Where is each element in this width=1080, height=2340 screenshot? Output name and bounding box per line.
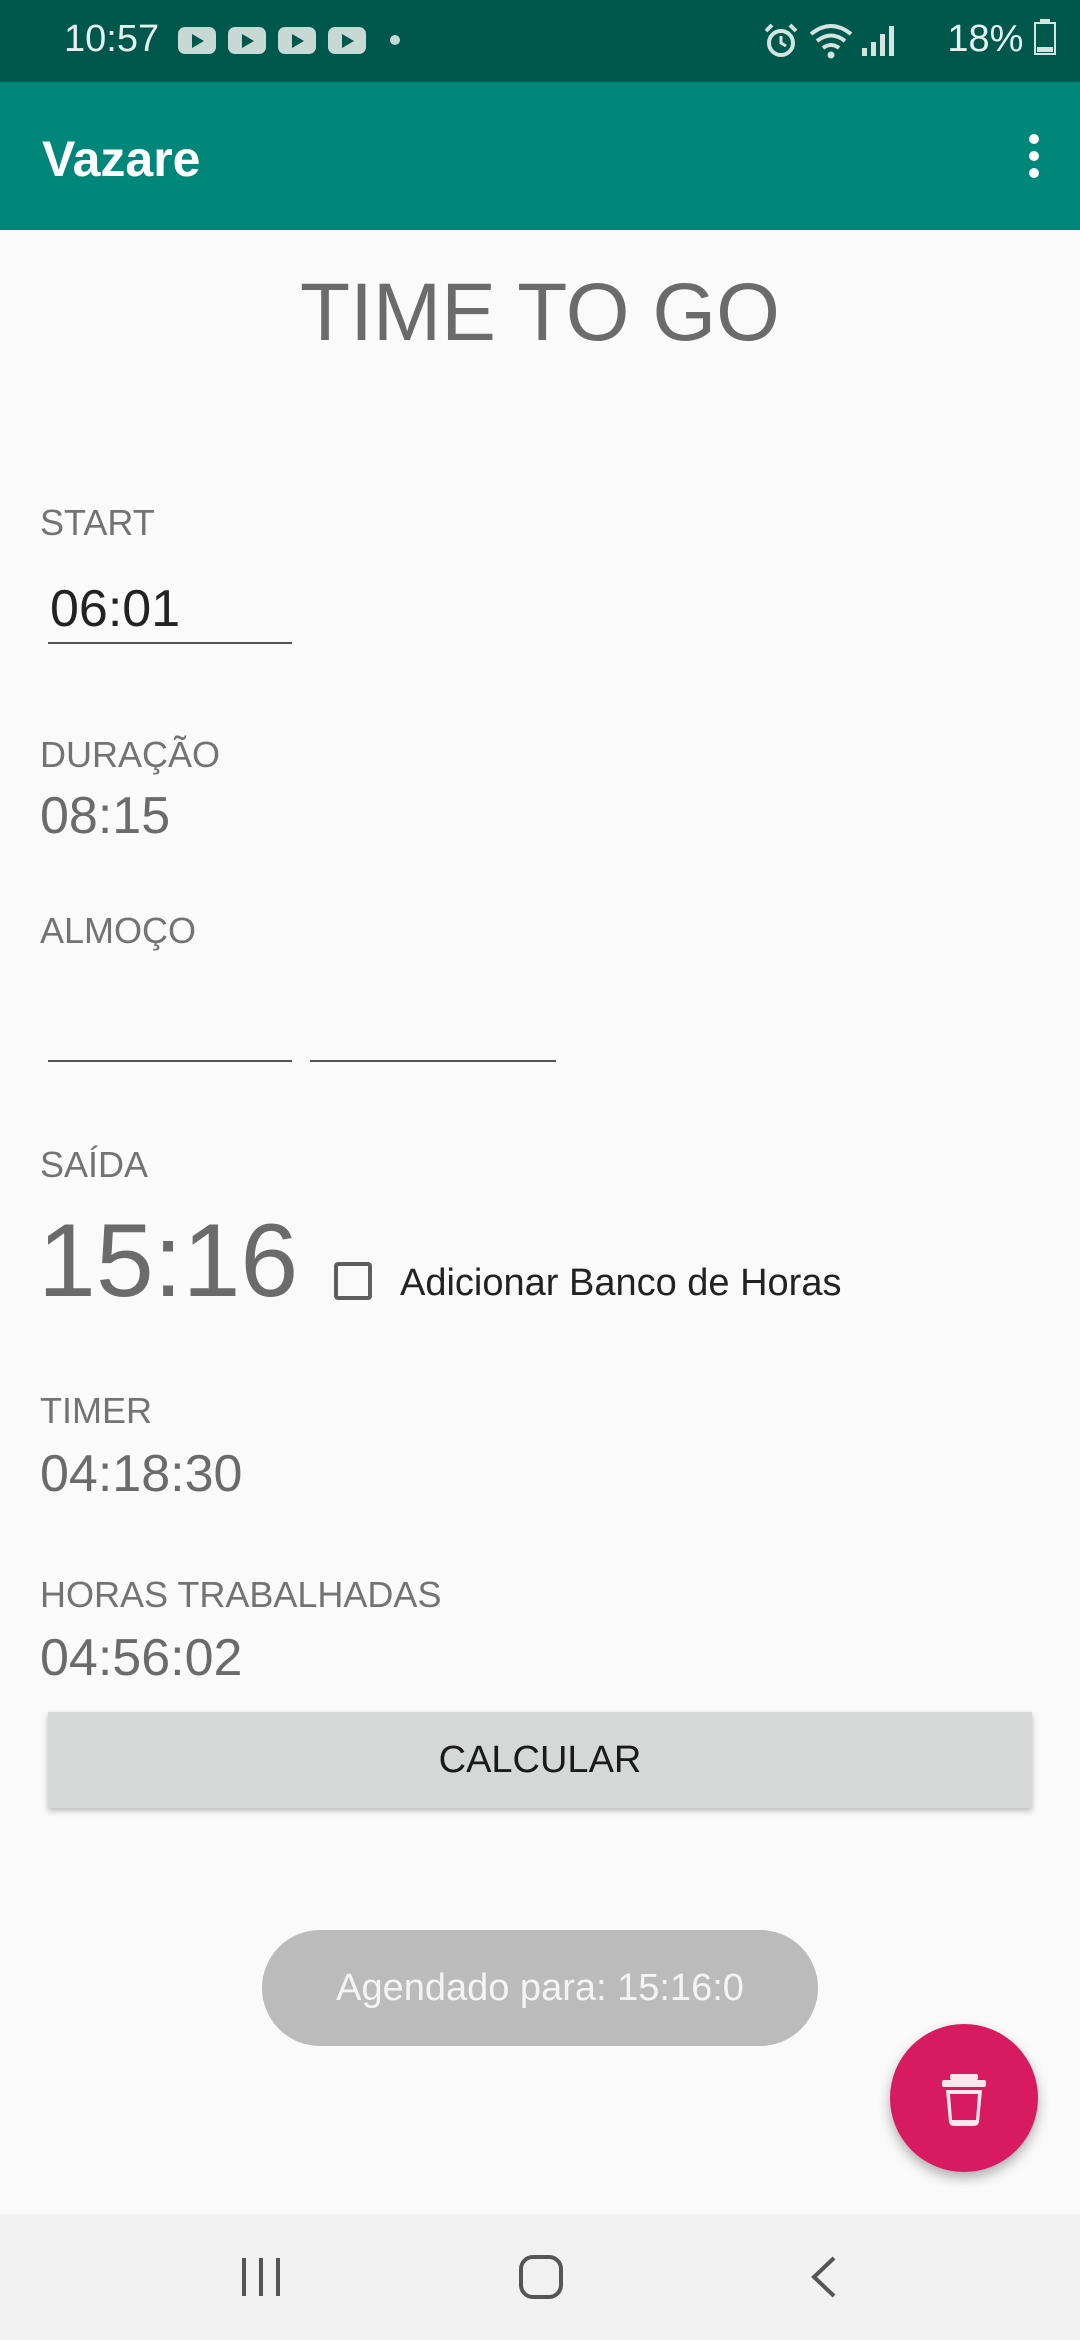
wifi-icon [809,24,853,59]
recent-apps-icon[interactable] [240,2256,282,2298]
more-notifications-icon [390,35,400,45]
timer-label: TIMER [40,1390,152,1431]
signal-icon [862,26,894,56]
saida-label: SAÍDA [40,1144,149,1185]
toast-message: Agendado para: 15:16:0 [262,1930,818,2046]
calcular-button[interactable]: CALCULAR [48,1712,1032,1808]
delete-fab[interactable] [890,2024,1038,2172]
app-bar: Vazare [0,82,1080,230]
status-bar: 10:57 18% [0,0,1080,82]
almoco-label: ALMOÇO [40,910,197,951]
alarm-icon [764,23,798,57]
start-label: START [40,502,155,543]
saida-value: 15:16 [38,1203,299,1319]
youtube-notification-icon [178,27,216,54]
battery-icon [1034,19,1056,55]
duracao-label: DURAÇÃO [40,734,221,775]
page-title: TIME TO GO [300,267,780,358]
banco-horas-label[interactable]: Adicionar Banco de Horas [400,1262,841,1305]
battery-percent: 18% [947,18,1024,60]
duracao-value: 08:15 [40,787,171,845]
trash-icon [942,2074,986,2126]
almoco-start-input[interactable] [48,994,292,1062]
youtube-notification-icon [228,27,266,54]
status-time: 10:57 [64,18,160,60]
banco-horas-checkbox[interactable] [334,1262,372,1300]
youtube-notification-icon [328,27,366,54]
battery-indicator: 18% [947,18,1056,61]
almoco-end-input[interactable] [310,994,556,1062]
horas-trabalhadas-label: HORAS TRABALHADAS [40,1574,442,1615]
app-title: Vazare [42,131,201,187]
navigation-bar [0,2214,1080,2340]
back-icon[interactable] [806,2254,840,2300]
start-input[interactable]: 06:01 [48,576,292,644]
timer-value: 04:18:30 [40,1445,243,1503]
youtube-notification-icon [278,27,316,54]
horas-trabalhadas-value: 04:56:02 [40,1629,243,1687]
home-icon[interactable] [518,2254,564,2300]
more-vert-icon[interactable] [1022,134,1046,182]
